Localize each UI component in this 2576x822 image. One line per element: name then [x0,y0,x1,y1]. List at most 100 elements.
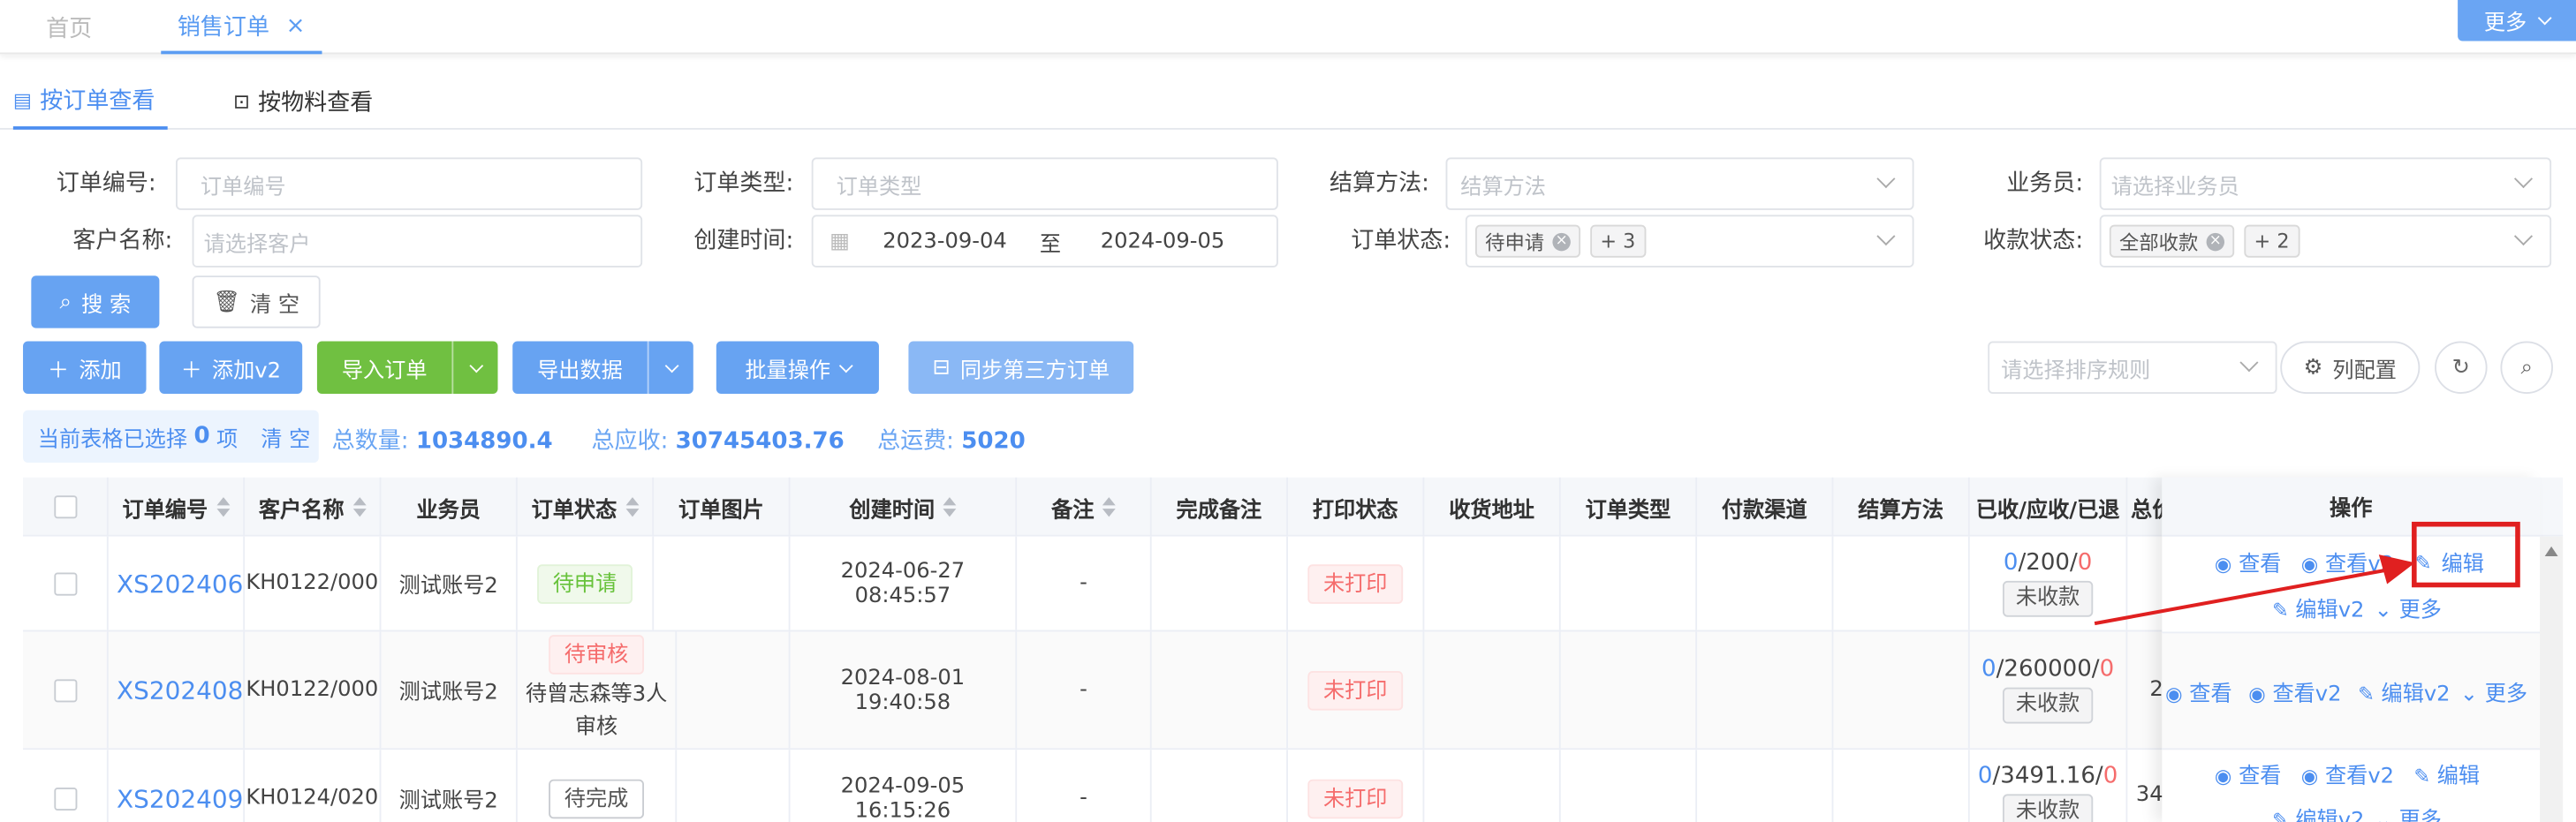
view-button[interactable]: ◉ 查看 [2165,676,2232,707]
col-status-label: 订单状态 [531,497,617,523]
tag-remove-icon[interactable]: × [1552,231,1571,251]
order-status-select[interactable]: 待申请 × + 3 [1465,215,1914,268]
sort-icon[interactable] [352,497,366,517]
tag-remove-icon[interactable]: × [2206,231,2225,251]
salesman-select[interactable]: 请选择业务员 [2099,157,2552,210]
more-tabs-button[interactable]: 更多 [2458,0,2576,41]
edit-button[interactable]: ✎ 编辑 [2415,547,2484,577]
sort-icon[interactable] [1102,497,1116,517]
print-cell: 未打印 [1288,750,1425,822]
col-settle-label: 结算方法 [1858,497,1944,523]
status-badge: 待申请 [538,563,633,603]
selected-prefix: 当前表格已选择 [37,427,188,452]
table-search-button[interactable]: ⌕ [2500,341,2553,394]
col-status[interactable]: 订单状态 [518,477,655,537]
tab-sales-order-label: 销售订单 [177,13,269,41]
row-select-cell [23,750,109,822]
column-config-button[interactable]: ⚙ 列配置 [2280,341,2421,394]
order-no-link[interactable]: XS20240801 [109,631,246,749]
pay-tag-count: + 2 [2244,224,2299,258]
pay-status-badge: 未收款 [2002,794,2094,822]
add-v2-button[interactable]: ＋ 添加v2 [159,341,303,394]
order-no-input[interactable]: 订单编号 [175,157,643,210]
pay-channel-cell [1697,750,1834,822]
date-start[interactable]: 2023-09-04 [883,229,1007,253]
amount-text: 0/200/0 [2004,550,2092,577]
more-ops-button[interactable]: ⌄ 更多 [2460,676,2527,707]
tab-home[interactable]: 首页 [46,0,92,54]
export-data-button[interactable]: 导出数据 [512,341,693,394]
image-cell [677,750,791,822]
created-date-range[interactable]: ▦ 2023-09-04 至 2024-09-05 [811,215,1278,268]
edit-v2-label: 编辑v2 [2295,809,2365,822]
batch-button-label: 批量操作 [745,358,831,383]
scroll-up-icon[interactable] [2544,546,2558,556]
edit-button[interactable]: ✎ 编辑 [2413,758,2480,789]
sort-rule-select[interactable]: 请选择排序规则 [1988,341,2277,394]
sort-icon[interactable] [943,497,957,517]
customer-select[interactable]: 请选择客户 [192,215,643,268]
search-button[interactable]: ⌕ 搜 索 [31,275,160,328]
col-order-type-label: 订单类型 [1585,497,1671,523]
export-button-label: 导出数据 [537,358,623,383]
pay-tag: 全部收款 × [2109,224,2235,258]
refresh-button[interactable]: ↻ [2435,341,2488,394]
status-badge: 待审核 [549,635,644,675]
row-checkbox[interactable] [53,571,77,595]
eye-icon: ◉ [2165,682,2183,706]
pencil-icon: ✎ [2413,764,2431,788]
close-icon[interactable]: × [286,12,306,39]
edit-v2-button[interactable]: ✎ 编辑v2 [2272,803,2364,822]
chevron-down-icon [837,358,852,373]
clear-button[interactable]: 🗑 清 空 [192,275,321,328]
amount-text: 0/3491.16/0 [1978,763,2118,789]
col-customer[interactable]: 客户名称 [245,477,382,537]
edit-v2-button[interactable]: ✎ 编辑v2 [2358,676,2450,707]
clear-selection-link[interactable]: 清 空 [261,421,310,452]
col-order-no[interactable]: 订单编号 [109,477,246,537]
import-dropdown-toggle[interactable] [451,341,497,394]
print-cell: 未打印 [1288,631,1425,749]
tab-home-label: 首页 [46,15,93,42]
tab-sales-order[interactable]: 销售订单 × [161,0,322,55]
import-order-button[interactable]: 导入订单 [316,341,498,394]
date-separator: 至 [1039,231,1062,257]
finish-remark-cell [1152,536,1289,630]
col-remark[interactable]: 备注 [1017,477,1152,537]
plus-icon: ＋ [47,358,70,383]
select-all-checkbox[interactable] [53,495,77,519]
status-cell: 待完成 [518,750,678,822]
order-type-cell [1561,750,1698,822]
pay-status-select[interactable]: 全部收款 × + 2 [2099,215,2552,268]
more-ops-button[interactable]: ⌄ 更多 [2375,803,2442,822]
table-scrollbar[interactable] [2540,536,2564,822]
order-type-input[interactable]: 订单类型 [811,157,1278,210]
add-button[interactable]: ＋ 添加 [23,341,147,394]
col-customer-label: 客户名称 [258,497,345,523]
col-created[interactable]: 创建时间 [791,477,1018,537]
view-v2-button[interactable]: ◉ 查看v2 [2248,676,2341,707]
view-v2-button[interactable]: ◉ 查看v2 [2301,758,2394,789]
export-dropdown-toggle[interactable] [647,341,693,394]
finish-remark-cell [1152,750,1289,822]
sync-third-party-button[interactable]: ⊟ 同步第三方订单 [908,341,1134,394]
row-checkbox[interactable] [53,787,77,811]
column-config-label: 列配置 [2332,358,2397,383]
settle-method-select[interactable]: 结算方法 [1445,157,1914,210]
row-checkbox[interactable] [53,678,77,702]
col-amounts-label: 已收/应收/已退 [1975,497,2120,523]
col-settle: 结算方法 [1833,477,1970,537]
order-no-link[interactable]: XS20240627 [109,536,246,630]
eye-icon: ◉ [2214,764,2232,788]
pay-tag-label: 全部收款 [2119,230,2199,254]
total-qty-label: 总数量: [331,428,409,455]
batch-ops-button[interactable]: 批量操作 [716,341,879,394]
sort-icon[interactable] [625,497,639,517]
tab-by-material[interactable]: ⊡ 按物料查看 [233,72,373,130]
order-status-label: 订单状态: [1351,228,1451,255]
order-no-link[interactable]: XS20240905 [109,750,246,822]
sort-icon[interactable] [216,497,230,517]
view-button[interactable]: ◉ 查看 [2215,758,2282,789]
date-end[interactable]: 2024-09-05 [1101,229,1225,253]
tab-by-order[interactable]: ▤ 按订单查看 [12,72,169,130]
